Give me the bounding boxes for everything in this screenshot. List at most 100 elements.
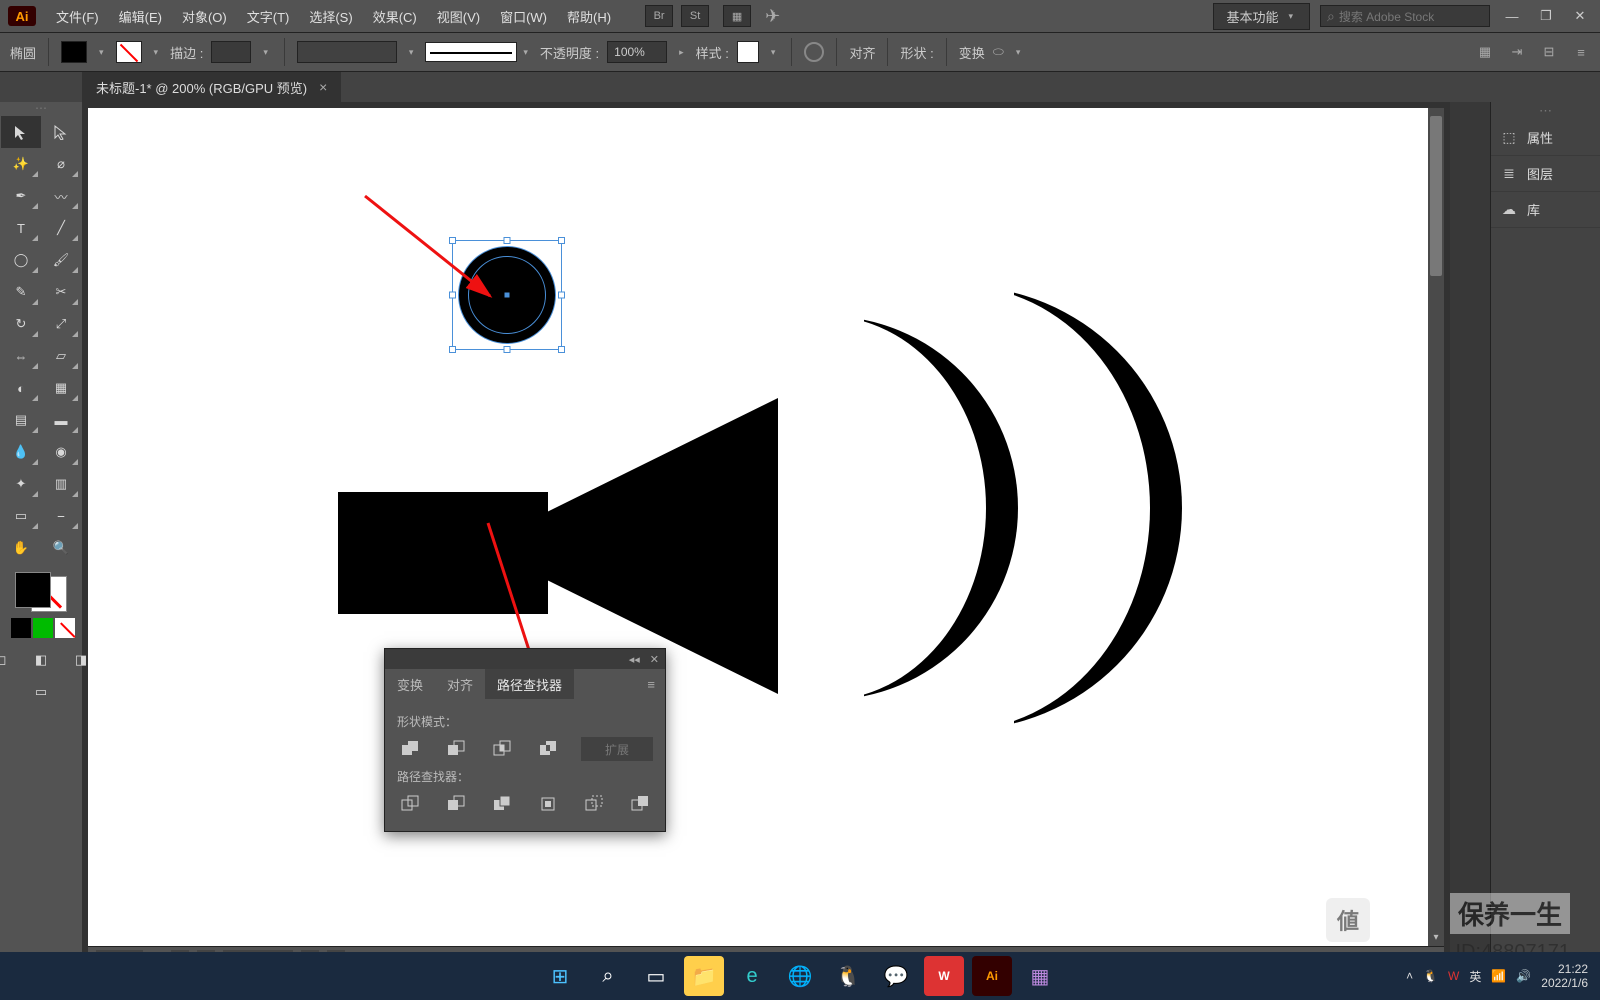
canvas[interactable]: ◂◂ ✕ 变换 对齐 路径查找器 ≡ 形状模式： 扩展 xyxy=(88,108,1444,946)
taskbar-time[interactable]: 21:22 xyxy=(1541,962,1588,976)
symbol-sprayer-tool[interactable]: ✦ xyxy=(1,468,41,500)
tab-align[interactable]: 对齐 xyxy=(435,669,485,699)
menu-view[interactable]: 视图(V) xyxy=(427,7,490,26)
wechat-icon[interactable]: 💬 xyxy=(876,956,916,996)
menu-help[interactable]: 帮助(H) xyxy=(557,7,621,26)
stroke-swatch[interactable] xyxy=(116,41,142,63)
tab-pathfinder[interactable]: 路径查找器 xyxy=(485,669,574,699)
pathfinder-divide-button[interactable] xyxy=(397,791,423,817)
restore-button[interactable]: ❐ xyxy=(1534,7,1558,25)
opacity-input[interactable]: 100% xyxy=(607,41,667,63)
close-tab-icon[interactable]: × xyxy=(319,79,327,95)
draw-mode-behind[interactable]: ◧ xyxy=(21,644,61,676)
curvature-tool[interactable]: 〰 xyxy=(41,180,81,212)
pathfinder-minus-front-button[interactable] xyxy=(443,736,469,762)
variable-width-profile[interactable] xyxy=(297,41,397,63)
network-icon[interactable]: 📶 xyxy=(1491,969,1506,983)
menu-object[interactable]: 对象(O) xyxy=(172,7,237,26)
fill-stroke-indicator[interactable] xyxy=(11,570,71,614)
menu-icon[interactable]: ≡ xyxy=(1572,43,1590,61)
collapse-icon[interactable]: ◂◂ xyxy=(629,653,640,666)
panel-properties[interactable]: ⬚ 属性 xyxy=(1491,120,1600,156)
rotate-tool[interactable]: ↻ xyxy=(1,308,41,340)
width-tool[interactable]: ⇔ xyxy=(1,340,41,372)
color-mode-none[interactable] xyxy=(55,618,75,638)
chevron-down-icon[interactable]: ▾ xyxy=(150,47,163,58)
shape-builder-tool[interactable]: ◐ xyxy=(1,372,41,404)
arrange-documents-icon[interactable]: ▦ xyxy=(723,5,751,27)
panel-grip-icon[interactable]: ⋯ xyxy=(1491,102,1600,120)
menu-edit[interactable]: 编辑(E) xyxy=(109,7,172,26)
menu-file[interactable]: 文件(F) xyxy=(46,7,109,26)
chevron-down-icon[interactable]: ▾ xyxy=(767,47,780,58)
close-button[interactable]: ✕ xyxy=(1568,7,1592,25)
browser-icon[interactable]: 🌐 xyxy=(780,956,820,996)
pathfinder-expand-button[interactable]: 扩展 xyxy=(581,737,653,761)
slice-tool[interactable]: ⎯ xyxy=(41,500,81,532)
menu-type[interactable]: 文字(T) xyxy=(237,7,300,26)
paintbrush-tool[interactable]: 🖌 xyxy=(41,244,81,276)
link-icon[interactable]: ⬭ xyxy=(993,44,1004,60)
tab-transform[interactable]: 变换 xyxy=(385,669,435,699)
handle-bottom-mid[interactable] xyxy=(504,346,511,353)
selection-tool[interactable] xyxy=(1,116,41,148)
panel-libraries[interactable]: ☁ 库 xyxy=(1491,192,1600,228)
workspace-switcher[interactable]: 基本功能 ▾ xyxy=(1213,3,1310,30)
taskbar-date[interactable]: 2022/1/6 xyxy=(1541,976,1588,990)
search-input[interactable]: 搜索 Adobe Stock xyxy=(1320,5,1490,27)
panel-titlebar[interactable]: ◂◂ ✕ xyxy=(385,649,665,669)
type-tool[interactable]: T xyxy=(1,212,41,244)
document-tab[interactable]: 未标题-1* @ 200% (RGB/GPU 预览) × xyxy=(82,72,341,102)
fill-swatch[interactable] xyxy=(61,41,87,63)
handle-bottom-left[interactable] xyxy=(449,346,456,353)
stroke-weight-input[interactable] xyxy=(211,41,251,63)
fill-color-icon[interactable] xyxy=(15,572,51,608)
magic-wand-tool[interactable]: ✨ xyxy=(1,148,41,180)
recolor-icon[interactable] xyxy=(804,42,824,62)
lasso-tool[interactable]: ⌀ xyxy=(41,148,81,180)
color-mode-solid[interactable] xyxy=(11,618,31,638)
explorer-icon[interactable]: 📁 xyxy=(684,956,724,996)
menu-effect[interactable]: 效果(C) xyxy=(363,7,427,26)
free-transform-tool[interactable]: ▱ xyxy=(41,340,81,372)
menu-window[interactable]: 窗口(W) xyxy=(490,7,557,26)
transform-label[interactable]: 变换 xyxy=(959,43,985,62)
pathfinder-outline-button[interactable] xyxy=(581,791,607,817)
gradient-tool[interactable]: ▬ xyxy=(41,404,81,436)
align-label[interactable]: 对齐 xyxy=(849,43,875,62)
ellipse-tool[interactable]: ◯ xyxy=(1,244,41,276)
chevron-down-icon[interactable]: ▾ xyxy=(1012,47,1025,58)
app-icon[interactable]: ▦ xyxy=(1020,956,1060,996)
scrollbar-thumb[interactable] xyxy=(1430,116,1442,276)
volume-icon[interactable]: 🔊 xyxy=(1516,969,1531,983)
menu-select[interactable]: 选择(S) xyxy=(299,7,362,26)
brush-definition[interactable] xyxy=(425,42,517,62)
tray-icon[interactable]: W xyxy=(1448,969,1459,983)
task-view-button[interactable]: ▭ xyxy=(636,956,676,996)
pathfinder-intersect-button[interactable] xyxy=(489,736,515,762)
handle-top-mid[interactable] xyxy=(504,237,511,244)
pathfinder-unite-button[interactable] xyxy=(397,736,423,762)
handle-mid-right[interactable] xyxy=(558,292,565,299)
stock-icon[interactable]: St xyxy=(681,5,709,27)
selected-object[interactable] xyxy=(458,246,556,344)
draw-mode-normal[interactable]: ◻ xyxy=(0,644,21,676)
tray-arrow-icon[interactable]: ˄ xyxy=(1406,969,1413,983)
blend-tool[interactable]: ◉ xyxy=(41,436,81,468)
scale-tool[interactable]: ⤢ xyxy=(41,308,81,340)
minimize-button[interactable]: — xyxy=(1500,7,1524,25)
panel-layers[interactable]: ≣ 图层 xyxy=(1491,156,1600,192)
vertical-scrollbar[interactable]: ▾ xyxy=(1428,108,1444,946)
panel-grip-icon[interactable] xyxy=(21,106,61,112)
qq-icon[interactable]: 🐧 xyxy=(828,956,868,996)
pathfinder-trim-button[interactable] xyxy=(443,791,469,817)
screen-mode-button[interactable]: ▭ xyxy=(21,676,61,708)
hand-tool[interactable]: ✋ xyxy=(1,532,41,564)
pathfinder-merge-button[interactable] xyxy=(489,791,515,817)
pen-tool[interactable]: ✒ xyxy=(1,180,41,212)
chevron-down-icon[interactable]: ▾ xyxy=(259,47,272,58)
scroll-down-icon[interactable]: ▾ xyxy=(1428,930,1444,944)
close-icon[interactable]: ✕ xyxy=(650,653,659,666)
handle-top-left[interactable] xyxy=(449,237,456,244)
chevron-down-icon[interactable]: ▾ xyxy=(519,47,532,58)
